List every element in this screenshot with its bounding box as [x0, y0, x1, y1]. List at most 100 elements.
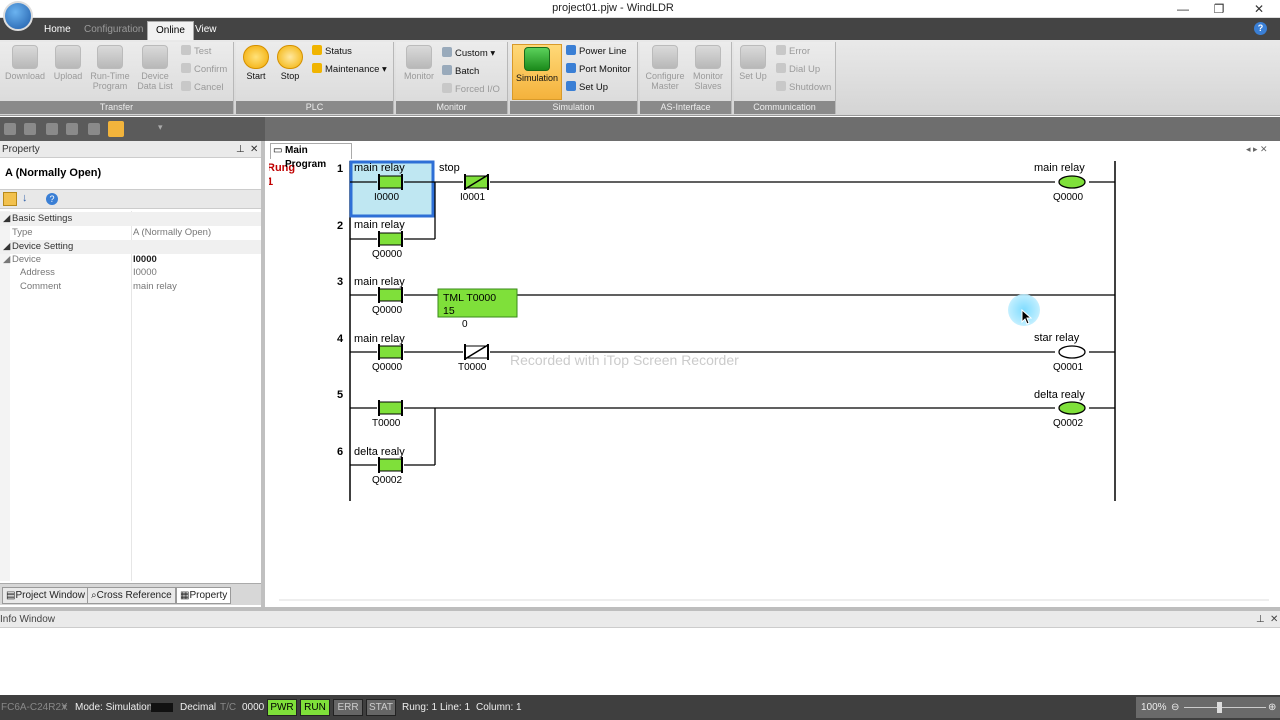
contact-rung3-q0000[interactable]: main relay Q0000: [354, 276, 405, 316]
contact-device: I0000: [374, 192, 399, 203]
property-help-icon[interactable]: ?: [46, 193, 58, 205]
simulation-toggle-icon[interactable]: [108, 121, 124, 137]
tab-project-window[interactable]: ▤Project Window: [2, 587, 89, 604]
plc-type[interactable]: FC6A-C24R2X: [1, 701, 68, 715]
status-bar: FC6A-C24R2X ▾ Mode: Simulation Decimal T…: [0, 695, 1280, 720]
contact-rung4-t0000-nc[interactable]: T0000: [458, 344, 489, 373]
monitor-slaves-button[interactable]: Monitor Slaves: [688, 45, 728, 91]
ladder-editor[interactable]: Rung 1 1 2 3 4 5 6 main relay I0000 stop I…: [269, 141, 1280, 607]
confirm-button[interactable]: Confirm: [181, 63, 227, 77]
power-line-button[interactable]: Power Line: [566, 45, 627, 59]
zoom-out-icon[interactable]: ⊖: [1171, 701, 1179, 715]
sort-alpha-icon[interactable]: ↓: [22, 192, 36, 206]
start-button[interactable]: Start: [240, 45, 272, 81]
upload-button[interactable]: Upload: [50, 45, 86, 81]
status-button[interactable]: Status: [312, 45, 352, 59]
configure-master-button[interactable]: Configure Master: [642, 45, 688, 91]
device-value[interactable]: I0000: [133, 253, 157, 267]
chevron-down-icon[interactable]: ▾: [62, 701, 67, 715]
ribbon: Download Upload Run-Time Program Device Da…: [0, 40, 1280, 116]
tab-home[interactable]: Home: [36, 21, 79, 40]
address-row[interactable]: Address I0000: [0, 266, 261, 280]
device-list-icon: [142, 45, 168, 69]
zoom-in-icon[interactable]: ⊕: [1268, 701, 1276, 715]
open-icon[interactable]: [66, 123, 78, 135]
confirm-label: Confirm: [194, 64, 228, 75]
custom-button[interactable]: Custom ▾: [442, 47, 495, 61]
contact-comment: stop: [439, 162, 460, 174]
contact-rung6-q0002[interactable]: delta realy Q0002: [354, 446, 405, 486]
tab-view[interactable]: View: [187, 21, 225, 40]
app-menu-icon[interactable]: [3, 1, 33, 31]
zoom-slider-thumb[interactable]: [1217, 702, 1222, 713]
customize-icon[interactable]: ▾: [158, 122, 166, 134]
save-icon[interactable]: [46, 123, 58, 135]
coil-q0002[interactable]: delta realy Q0002: [1034, 389, 1086, 429]
contact-comment: delta realy: [354, 446, 405, 458]
batch-button[interactable]: Batch: [442, 65, 479, 79]
tab-scroll-icon[interactable]: ◂ ▸ ✕: [1246, 144, 1268, 155]
stop-button[interactable]: Stop: [274, 45, 306, 81]
tab-cross-reference[interactable]: ⌕Cross Reference: [87, 587, 176, 604]
type-row[interactable]: Type A (Normally Open): [0, 226, 261, 240]
rung-3-number: 3: [337, 276, 343, 288]
runtime-program-button[interactable]: Run-Time Program: [88, 45, 132, 91]
contact-rung4-q0000[interactable]: main relay Q0000: [354, 333, 405, 373]
device-setting-category[interactable]: ◢ Device Setting: [0, 240, 261, 254]
contact-device: T0000: [372, 418, 401, 429]
sim-setup-button[interactable]: Set Up: [566, 81, 608, 95]
print-icon[interactable]: [88, 123, 100, 135]
port-monitor-label: Port Monitor: [579, 64, 631, 75]
categorized-icon[interactable]: [3, 192, 17, 206]
slaves-label-1: Monitor: [692, 71, 723, 81]
port-monitor-button[interactable]: Port Monitor: [566, 63, 631, 77]
tab-property[interactable]: ▦Property: [176, 587, 232, 604]
maintenance-button[interactable]: Maintenance ▾: [312, 63, 387, 77]
pin-icon[interactable]: ⊥: [1256, 611, 1265, 628]
comm-setup-button[interactable]: Set Up: [736, 45, 770, 81]
timer-block-t0000[interactable]: TML T0000 15 0: [437, 288, 518, 330]
monitor-icon: [406, 45, 432, 69]
cancel-icon: [181, 81, 191, 91]
simulation-button[interactable]: Simulation: [512, 44, 562, 100]
monitor-slaves-icon: [695, 45, 721, 69]
zoom-slider[interactable]: [1184, 707, 1266, 708]
cancel-button[interactable]: Cancel: [181, 81, 224, 95]
monitor-button[interactable]: Monitor: [400, 45, 438, 81]
error-button[interactable]: Error: [776, 45, 810, 59]
help-icon[interactable]: ?: [1254, 22, 1267, 35]
tab-main-program[interactable]: ▭ Main Program: [270, 143, 352, 170]
dial-up-button[interactable]: Dial Up: [776, 63, 820, 77]
redo-icon[interactable]: [24, 123, 36, 135]
restore-icon[interactable]: ❐: [1210, 1, 1228, 17]
device-row[interactable]: ◢ Device I0000: [0, 253, 261, 267]
comment-row[interactable]: Comment main relay: [0, 280, 261, 294]
ladder-diagram[interactable]: Rung 1 1 2 3 4 5 6 main relayI0000 stopI…: [269, 141, 1280, 607]
confirm-icon: [181, 63, 191, 73]
device-data-list-button[interactable]: Device Data List: [134, 45, 176, 91]
number-format[interactable]: Decimal: [180, 701, 216, 715]
close-panel-icon[interactable]: ✕: [1270, 611, 1278, 628]
close-panel-icon[interactable]: ✕: [250, 141, 258, 158]
test-button[interactable]: Test: [181, 45, 211, 59]
contact-comment: main relay: [354, 333, 405, 345]
shutdown-button[interactable]: Shutdown: [776, 81, 831, 95]
basic-settings-label: Basic Settings: [12, 213, 73, 224]
contact-rung5-t0000[interactable]: T0000: [372, 400, 403, 429]
forced-io-icon: [442, 83, 452, 93]
undo-icon[interactable]: [4, 123, 16, 135]
transfer-group-label: Transfer: [0, 101, 233, 114]
transfer-group: Download Upload Run-Time Program Device Da…: [0, 42, 234, 114]
comment-value[interactable]: main relay: [133, 280, 177, 294]
simulation-group: Simulation Power Line Port Monitor Set U…: [510, 42, 638, 114]
pin-icon[interactable]: ⊥: [236, 141, 245, 158]
panel-tabs: ▤Project Window ⌕Cross Reference ▦Proper…: [0, 583, 261, 605]
close-icon[interactable]: ✕: [1250, 1, 1268, 17]
cancel-label: Cancel: [194, 82, 224, 93]
forced-io-button[interactable]: Forced I/O: [442, 83, 500, 97]
minimize-icon[interactable]: —: [1174, 1, 1192, 17]
download-button[interactable]: Download: [4, 45, 46, 81]
pwr-indicator: PWR: [267, 699, 297, 716]
basic-settings-category[interactable]: ◢ Basic Settings: [0, 212, 261, 226]
tab-configuration[interactable]: Configuration: [76, 21, 151, 40]
